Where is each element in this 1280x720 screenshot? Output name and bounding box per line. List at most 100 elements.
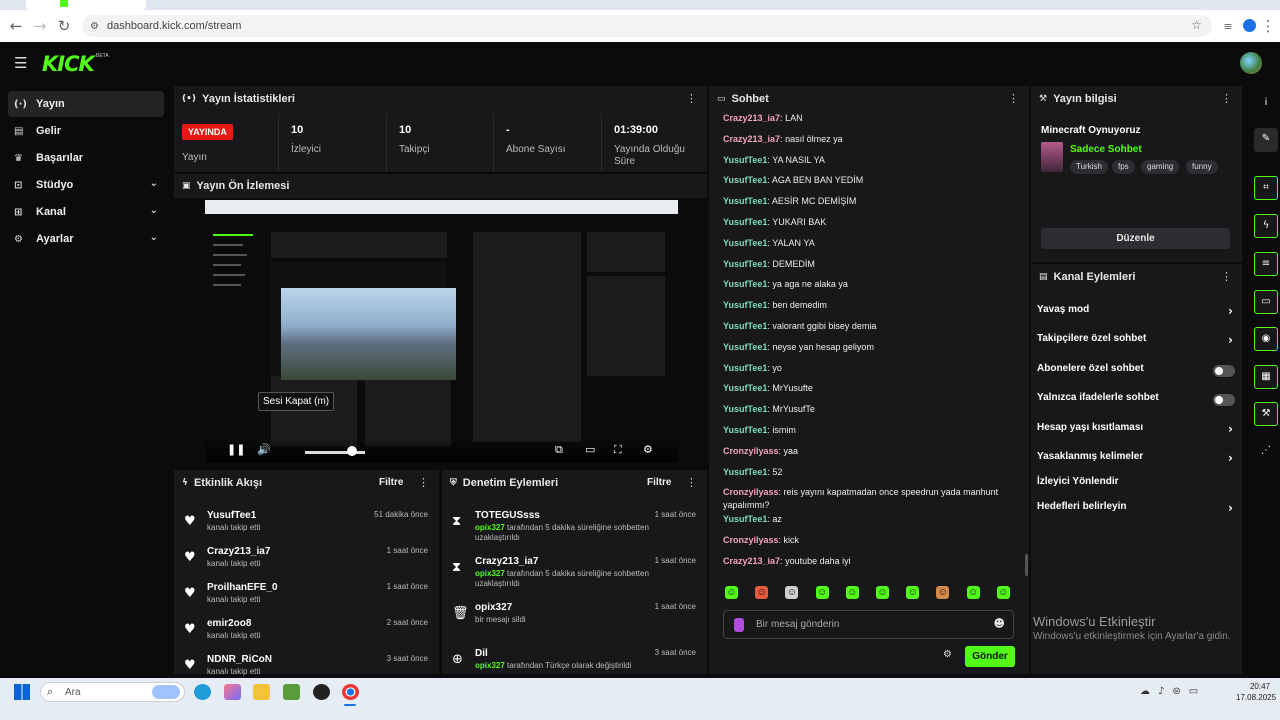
emote-icon[interactable]: ☺ xyxy=(785,586,799,599)
chat-username[interactable]: YusufTee1 xyxy=(723,467,767,477)
sidebar-item-2[interactable]: ♛ Başarılar xyxy=(8,145,164,171)
chat-settings-icon[interactable]: ⚙ xyxy=(943,649,952,660)
channel-action-5[interactable]: Yasaklanmış kelimeler › xyxy=(1037,451,1235,471)
chat-username[interactable]: YusufTee1 xyxy=(723,217,767,227)
channel-action-4[interactable]: Hesap yaşı kısıtlaması › xyxy=(1037,422,1235,442)
toggle-switch[interactable] xyxy=(1213,394,1235,406)
pencil-icon[interactable]: ✎ xyxy=(1254,128,1278,152)
activity-filter-button[interactable]: Filtre xyxy=(379,477,403,488)
moderation-actor[interactable]: opix327 xyxy=(475,523,505,532)
scan-icon[interactable]: ⌗ xyxy=(1254,176,1278,200)
emote-icon[interactable]: ☺ xyxy=(906,586,920,599)
bookmark-star-icon[interactable]: ☆ xyxy=(1191,18,1202,32)
emote-icon[interactable]: ☺ xyxy=(996,586,1010,599)
chevron-right-icon[interactable]: › xyxy=(1228,451,1233,465)
chat-input[interactable]: Bir mesaj gönderin ☻ xyxy=(723,610,1014,639)
video-player[interactable]: Sesi Kapat (m) ❚❚ 🔊 ⧉ ▭ ⛶ ⚙ xyxy=(205,200,678,462)
notes-icon[interactable]: ≡ xyxy=(1254,252,1278,276)
tag-chip[interactable]: fps xyxy=(1112,160,1135,174)
reload-icon[interactable]: ↻ xyxy=(52,14,76,38)
chat-username[interactable]: Crazy213_ia7 xyxy=(723,134,780,144)
channel-action-2[interactable]: Abonelere özel sohbet xyxy=(1037,363,1235,383)
moderation-actor[interactable]: opix327 xyxy=(475,661,505,670)
chat-username[interactable]: YusufTee1 xyxy=(723,404,767,414)
volume-slider-handle[interactable] xyxy=(347,446,357,456)
emote-icon[interactable]: ☺ xyxy=(936,586,950,599)
chat-username[interactable]: Crazy213_ia7 xyxy=(723,556,780,566)
stats-menu-icon[interactable]: ⋮ xyxy=(686,92,697,105)
minecraft-icon[interactable] xyxy=(283,684,300,700)
edit-stream-button[interactable]: Düzenle xyxy=(1041,228,1230,249)
windows-start-icon[interactable] xyxy=(14,684,30,700)
chat-badge-icon[interactable] xyxy=(734,618,744,632)
tag-chip[interactable]: gaming xyxy=(1141,160,1180,174)
emote-icon[interactable]: ☺ xyxy=(815,586,829,599)
channel-action-3[interactable]: Yalnızca ifadelerle sohbet xyxy=(1037,392,1235,412)
chat-username[interactable]: YusufTee1 xyxy=(723,321,767,331)
chevron-down-icon[interactable]: ⌄ xyxy=(150,178,158,189)
chevron-right-icon[interactable]: › xyxy=(1228,422,1233,436)
chat-icon[interactable]: ▭ xyxy=(1254,290,1278,314)
layout-icon[interactable]: ▦ xyxy=(1254,365,1278,389)
chat-username[interactable]: YusufTee1 xyxy=(723,238,767,248)
chat-username[interactable]: Cronzyilyass xyxy=(723,487,779,497)
chat-username[interactable]: Crazy213_ia7 xyxy=(723,113,780,123)
chat-username[interactable]: Cronzyilyass xyxy=(723,446,779,456)
tag-chip[interactable]: Turkish xyxy=(1070,160,1108,174)
emote-icon[interactable]: ☺ xyxy=(966,586,980,599)
volume-icon[interactable]: 🔊 xyxy=(257,443,271,456)
emote-icon[interactable]: ☺ xyxy=(755,586,769,599)
chat-username[interactable]: YusufTee1 xyxy=(723,279,767,289)
channel-action-7[interactable]: Hedefleri belirleyin › xyxy=(1037,501,1235,521)
chrome-icon[interactable] xyxy=(342,684,359,700)
share-icon[interactable]: ⋰ xyxy=(1254,440,1278,464)
kick-logo[interactable]: KICK xyxy=(42,52,95,76)
sidebar-item-1[interactable]: ▤ Gelir xyxy=(8,118,164,144)
toggle-switch[interactable] xyxy=(1213,365,1235,377)
chat-username[interactable]: YusufTee1 xyxy=(723,155,767,165)
activity-menu-icon[interactable]: ⋮ xyxy=(418,476,429,489)
chevron-right-icon[interactable]: › xyxy=(1228,333,1233,347)
activity-user[interactable]: emir2oo8 xyxy=(207,618,251,629)
theater-icon[interactable]: ▭ xyxy=(585,443,595,456)
sidebar-item-0[interactable]: (·) Yayın xyxy=(8,91,164,117)
avatar[interactable] xyxy=(1240,52,1262,74)
moderation-actor[interactable]: opix327 xyxy=(475,569,505,578)
player-settings-icon[interactable]: ⚙ xyxy=(643,443,653,456)
moderation-target[interactable]: TOTEGUSsss xyxy=(475,510,540,521)
channel-actions-menu-icon[interactable]: ⋮ xyxy=(1221,270,1232,283)
sidebar-item-5[interactable]: ⚙ Ayarlar ⌄ xyxy=(8,226,164,252)
channel-action-0[interactable]: Yavaş mod › xyxy=(1037,304,1235,324)
obs-icon[interactable] xyxy=(313,684,330,700)
browser-tab[interactable] xyxy=(26,0,146,10)
chat-username[interactable]: YusufTee1 xyxy=(723,196,767,206)
sidebar-item-3[interactable]: ⊡ Stüdyo ⌄ xyxy=(8,172,164,198)
pip-icon[interactable]: ⧉ xyxy=(555,443,563,457)
moderation-target[interactable]: opix327 xyxy=(475,602,512,613)
chat-username[interactable]: YusufTee1 xyxy=(723,300,767,310)
chat-username[interactable]: YusufTee1 xyxy=(723,425,767,435)
activity-user[interactable]: Crazy213_ia7 xyxy=(207,546,270,557)
site-info-icon[interactable]: ⚙ xyxy=(90,21,99,32)
moderation-filter-button[interactable]: Filtre xyxy=(647,477,671,488)
broadcast-icon[interactable]: ◉ xyxy=(1254,327,1278,351)
chat-username[interactable]: YusufTee1 xyxy=(723,175,767,185)
emote-icon[interactable]: ☺ xyxy=(876,586,889,599)
chevron-down-icon[interactable]: ⌄ xyxy=(150,205,158,216)
chat-menu-icon[interactable]: ⋮ xyxy=(1008,92,1019,105)
stream-info-menu-icon[interactable]: ⋮ xyxy=(1221,92,1232,105)
chat-scrollbar[interactable] xyxy=(1025,554,1028,576)
chat-username[interactable]: YusufTee1 xyxy=(723,363,767,373)
activity-user[interactable]: NDNR_RiCoN xyxy=(207,654,272,665)
wrench-icon[interactable]: ⚒ xyxy=(1254,402,1278,426)
activity-user[interactable]: ProilhanEFE_0 xyxy=(207,582,278,593)
address-bar[interactable]: ⚙ dashboard.kick.com/stream ☆ xyxy=(82,15,1212,37)
pause-icon[interactable]: ❚❚ xyxy=(227,443,245,456)
channel-action-6[interactable]: İzleyici Yönlendir xyxy=(1037,476,1235,496)
edge-icon[interactable] xyxy=(194,684,211,700)
chat-username[interactable]: YusufTee1 xyxy=(723,383,767,393)
send-button[interactable]: Gönder xyxy=(965,646,1015,667)
taskbar-search[interactable]: ⌕ Ara xyxy=(40,682,185,702)
chevron-right-icon[interactable]: › xyxy=(1228,304,1233,318)
activity-user[interactable]: YusufTee1 xyxy=(207,510,256,521)
